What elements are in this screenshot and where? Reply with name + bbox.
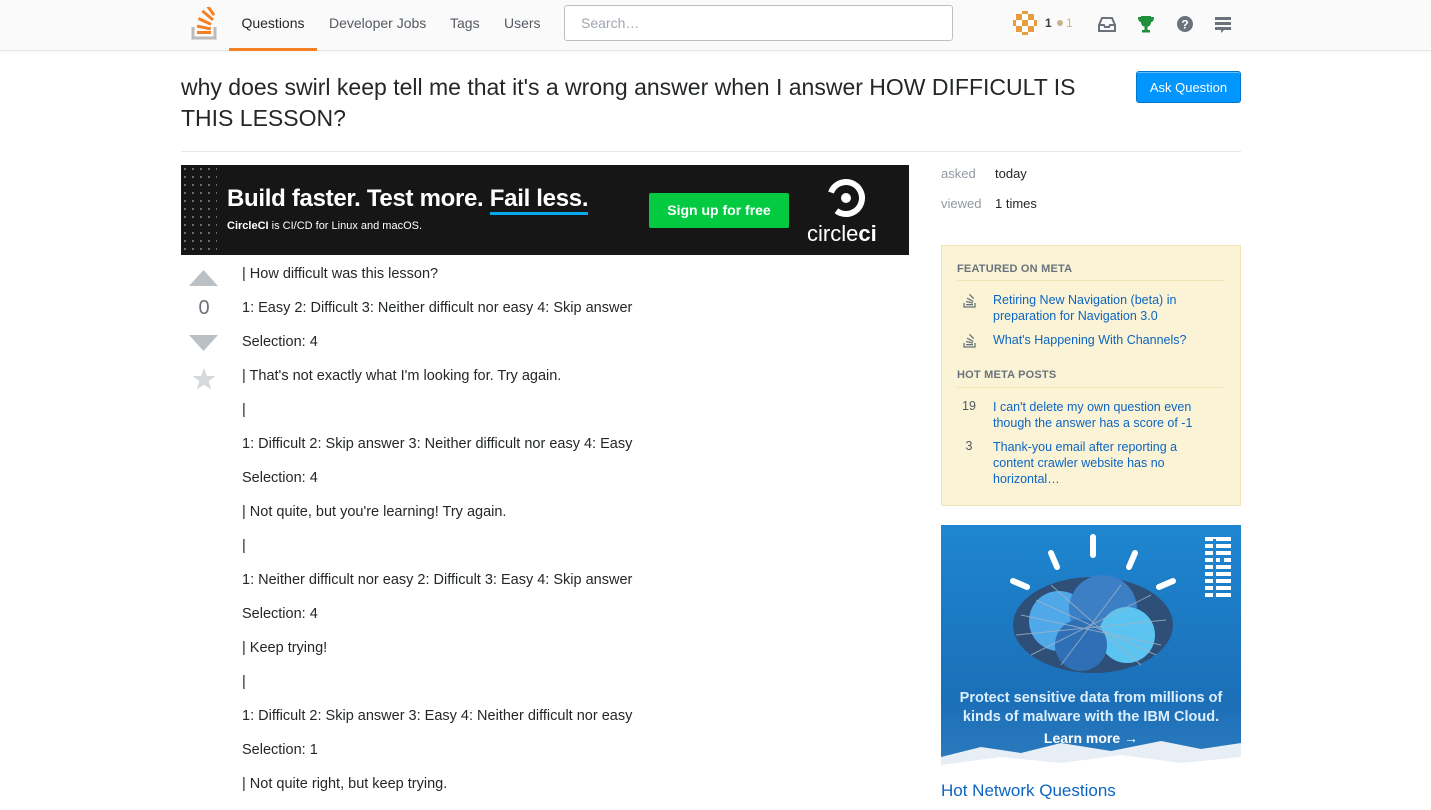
body-line: | How difficult was this lesson?	[242, 266, 439, 282]
meta-stack-icon	[963, 334, 976, 348]
body-line: Selection: 4	[242, 334, 318, 350]
body-line: | Keep trying!	[242, 640, 328, 656]
ibm-ad-line-1: Protect sensitive data from millions of	[959, 690, 1223, 706]
body-line: 1: Difficult 2: Skip answer 3: Easy 4: N…	[242, 708, 633, 724]
ibm-ad-text: Protect sensitive data from millions of …	[941, 689, 1241, 727]
svg-text:?: ?	[1181, 18, 1188, 32]
featured-on-meta-box: FEATURED ON META Retiring New Navigation…	[941, 245, 1241, 506]
asked-label: asked	[941, 166, 976, 181]
nav-questions[interactable]: Questions	[229, 0, 317, 51]
ibm-learn-more-link[interactable]: Learn more →	[941, 730, 1241, 746]
upvote-icon[interactable]	[189, 270, 218, 286]
question-title[interactable]: why does swirl keep tell me that it's a …	[181, 72, 1131, 134]
nav-tags[interactable]: Tags	[450, 0, 480, 51]
featured-heading: FEATURED ON META	[957, 263, 1073, 275]
body-line: Selection: 4	[242, 470, 318, 486]
body-line: |	[242, 674, 246, 690]
help-icon[interactable]: ?	[1174, 13, 1196, 35]
viewed-label: viewed	[941, 196, 982, 211]
wordmark-ci: ci	[858, 221, 877, 246]
body-line: Selection: 4	[242, 606, 318, 622]
nav-users[interactable]: Users	[504, 0, 541, 51]
circleci-wordmark: circleci	[807, 221, 877, 247]
top-bar: Questions Developer Jobs Tags Users 1 1 …	[0, 0, 1431, 51]
hot-network-questions-heading[interactable]: Hot Network Questions	[941, 781, 1116, 801]
trophy-icon[interactable]	[1135, 13, 1157, 35]
ad-dot-pattern	[181, 165, 217, 255]
ibm-ad-line-2: kinds of malware with the IBM Cloud.	[962, 709, 1220, 725]
title-divider	[181, 151, 1241, 152]
hot-meta-heading: HOT META POSTS	[957, 369, 1057, 381]
avatar[interactable]	[1013, 11, 1037, 35]
ad-headline-emphasis: Fail less.	[489, 185, 589, 215]
ad-headline: Build faster. Test more. Fail less.	[227, 185, 589, 215]
downvote-icon[interactable]	[189, 335, 218, 351]
body-line: |	[242, 402, 246, 418]
reputation-count: 1	[1045, 16, 1052, 30]
ad-brand: CircleCI	[227, 220, 269, 232]
featured-link[interactable]: Retiring New Navigation (beta) in prepar…	[993, 292, 1218, 324]
hot-post-link[interactable]: Thank-you email after reporting a conten…	[993, 439, 1218, 487]
featured-divider	[957, 280, 1225, 281]
ad-sub-text: is CI/CD for Linux and macOS.	[268, 220, 423, 232]
circleci-logo-icon	[827, 179, 865, 217]
nav-developer-jobs[interactable]: Developer Jobs	[329, 0, 426, 51]
circleci-ad-banner[interactable]: Build faster. Test more. Fail less. Circ…	[181, 165, 909, 255]
search-input[interactable]	[564, 5, 953, 41]
body-line: 1: Easy 2: Difficult 3: Neither difficul…	[242, 300, 633, 316]
vote-count: 0	[198, 297, 210, 319]
body-line: | That's not exactly what I'm looking fo…	[242, 368, 562, 384]
wordmark-circle: circle	[807, 221, 859, 246]
inbox-icon[interactable]	[1096, 13, 1118, 35]
body-line: 1: Difficult 2: Skip answer 3: Neither d…	[242, 436, 633, 452]
body-line: |	[242, 538, 246, 554]
meta-stack-icon	[963, 294, 976, 308]
hot-meta-divider	[957, 387, 1225, 388]
hot-post-link[interactable]: I can't delete my own question even thou…	[993, 399, 1218, 431]
bronze-badge-count: 1	[1066, 16, 1073, 30]
stackoverflow-logo-icon[interactable]	[190, 7, 220, 40]
ibm-cloud-ad[interactable]: Protect sensitive data from millions of …	[941, 525, 1241, 775]
body-line: Selection: 1	[242, 742, 318, 758]
favorite-star-icon[interactable]	[192, 367, 216, 391]
featured-link[interactable]: What's Happening With Channels?	[993, 332, 1218, 348]
asked-value: today	[995, 166, 1027, 181]
viewed-value: 1 times	[995, 196, 1037, 211]
site-switcher-icon[interactable]	[1212, 13, 1234, 35]
body-line: | Not quite, but you're learning! Try ag…	[242, 504, 507, 520]
bronze-badge-icon	[1057, 20, 1063, 26]
hot-post-count: 3	[965, 439, 973, 453]
ad-headline-text: Build faster. Test more.	[227, 185, 490, 212]
ad-subtext: CircleCI is CI/CD for Linux and macOS.	[227, 220, 422, 232]
ad-signup-button[interactable]: Sign up for free	[649, 193, 789, 228]
ask-question-button[interactable]: Ask Question	[1136, 71, 1241, 103]
body-line: 1: Neither difficult nor easy 2: Difficu…	[242, 572, 633, 588]
hot-post-count: 19	[962, 399, 976, 413]
body-line: | Not quite right, but keep trying.	[242, 776, 448, 792]
